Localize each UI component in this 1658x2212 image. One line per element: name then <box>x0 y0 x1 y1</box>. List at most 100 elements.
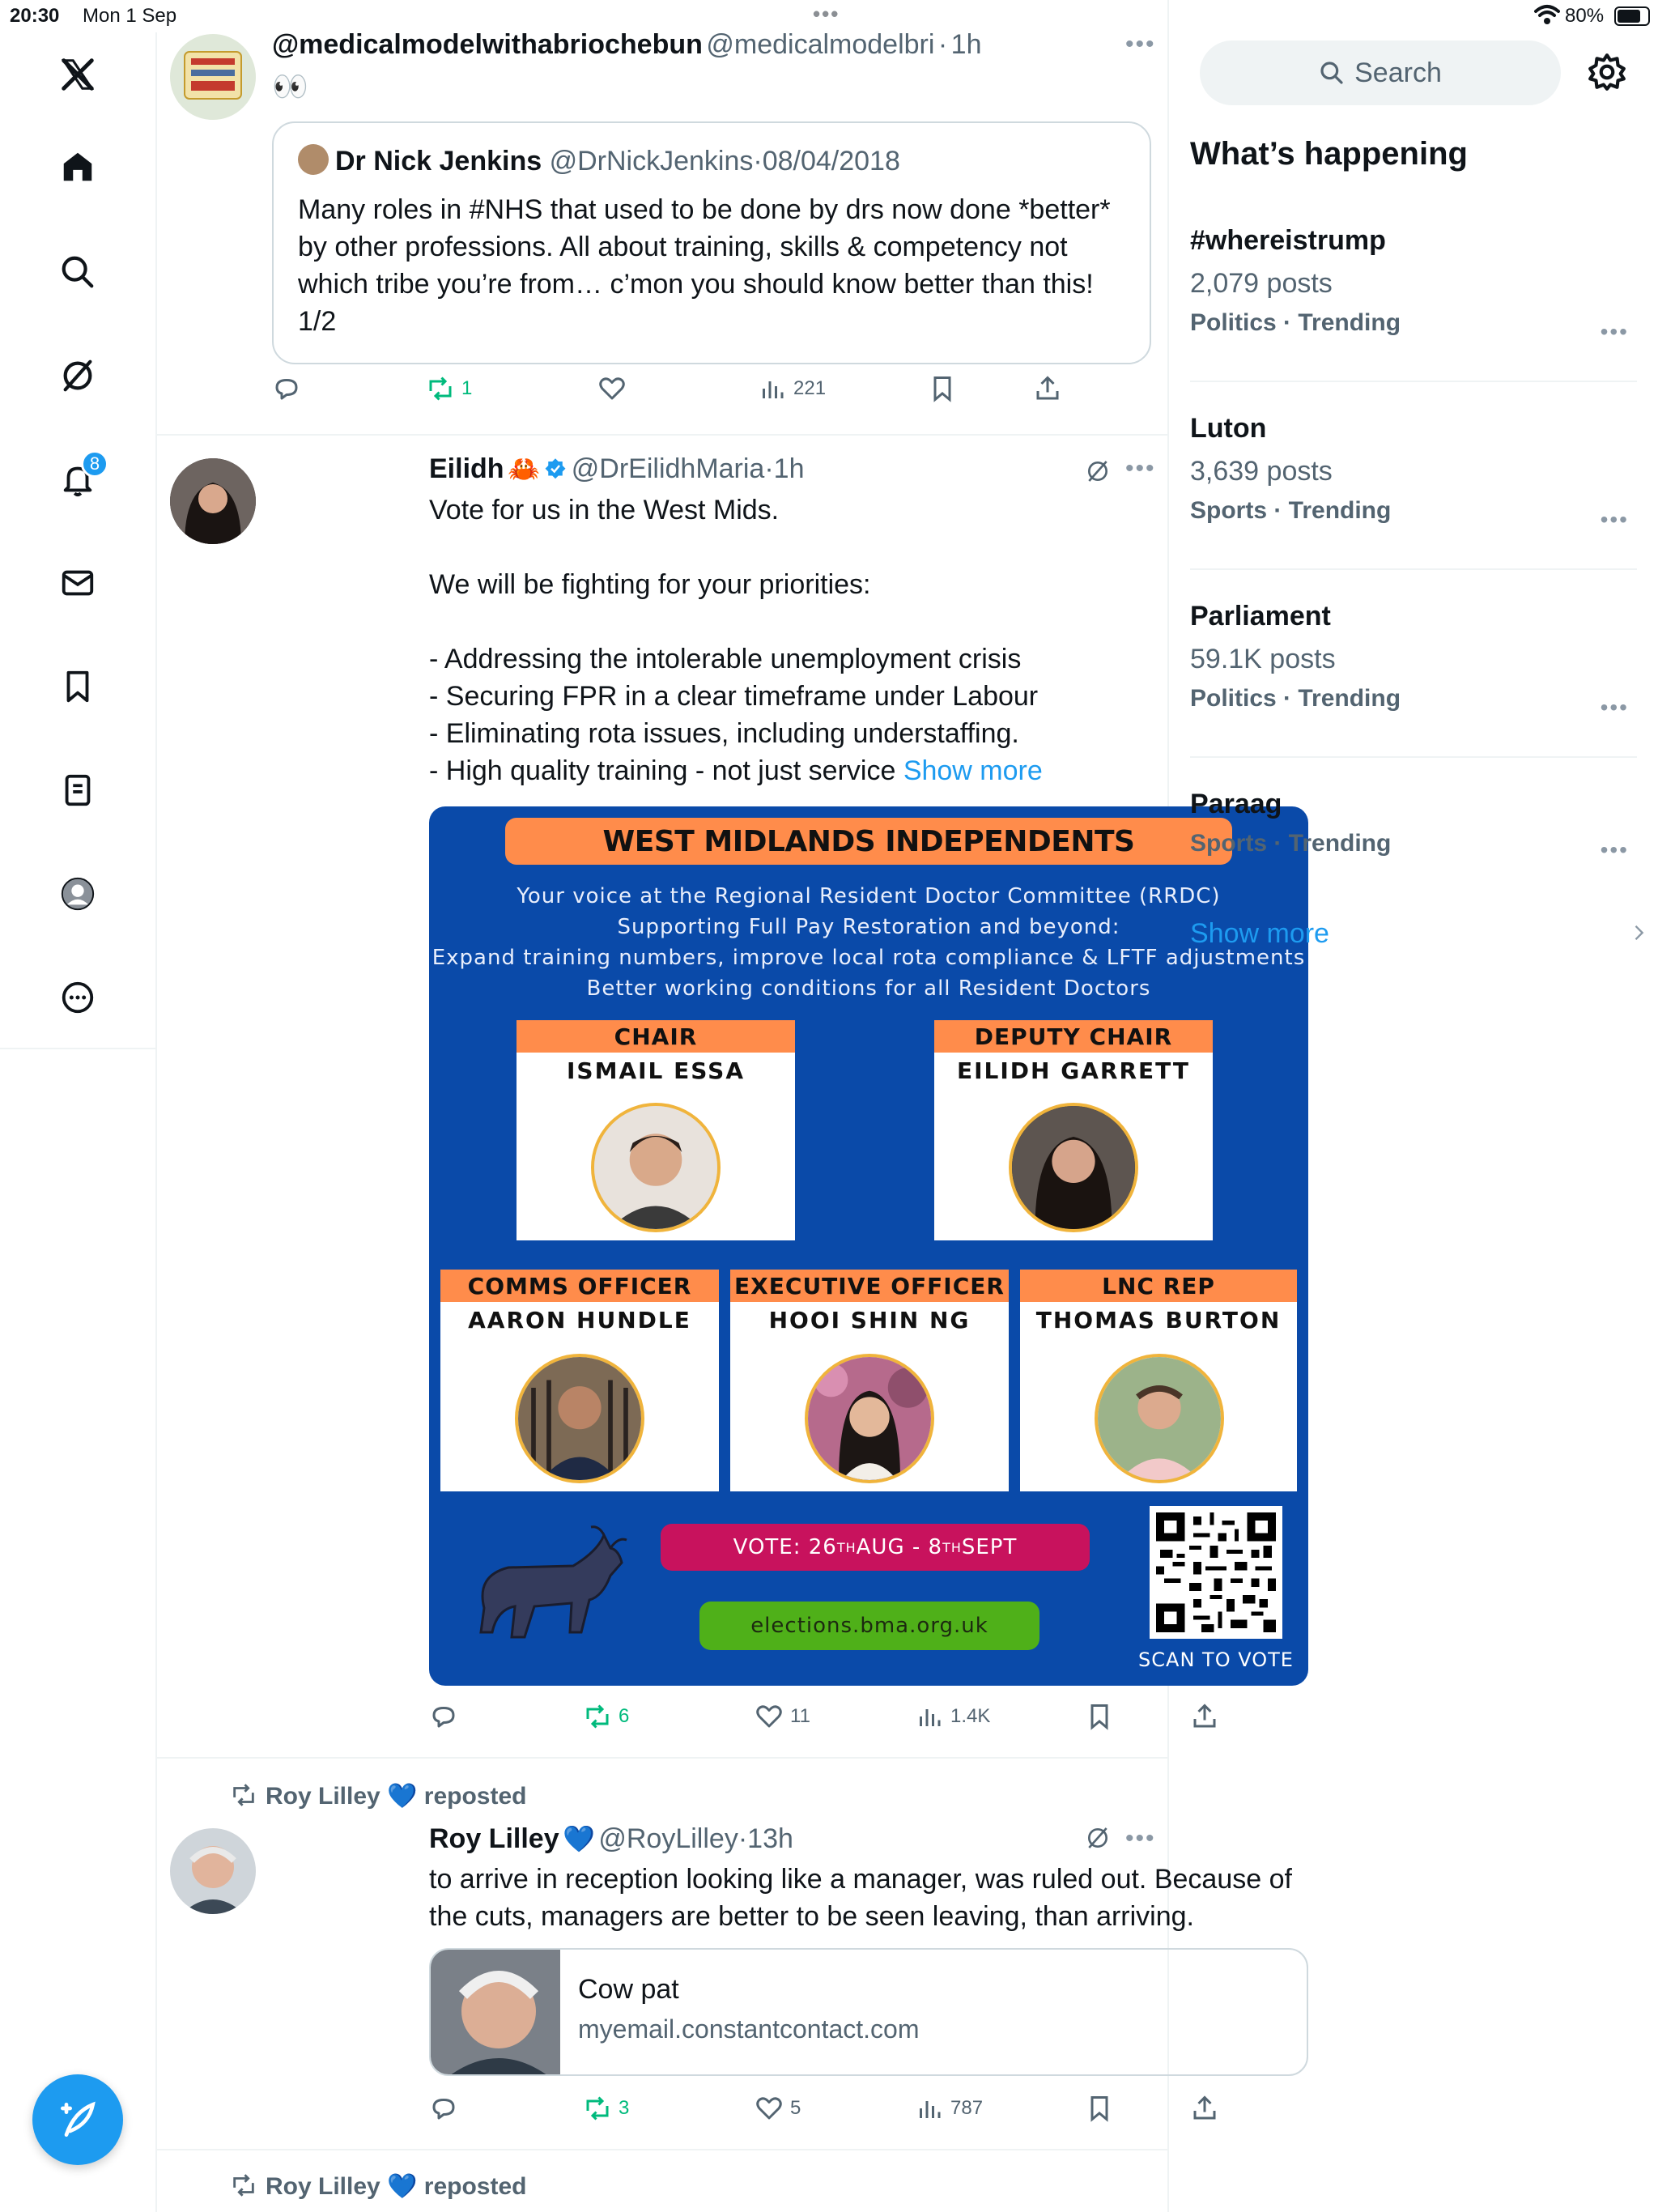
author-name[interactable]: @medicalmodelwithabriochebun <box>272 29 703 60</box>
quoted-author-handle: @DrNickJenkins <box>549 146 754 177</box>
author-name[interactable]: Roy Lilley <box>429 1823 559 1854</box>
compose-feather-icon <box>61 2101 96 2137</box>
more-options-icon[interactable]: ••• <box>1125 455 1156 483</box>
reply-button[interactable] <box>272 374 308 403</box>
author-handle[interactable]: @medicalmodelbri <box>706 29 934 60</box>
profile-icon[interactable] <box>57 873 99 915</box>
search-input[interactable]: Search <box>1200 40 1561 105</box>
lists-icon[interactable] <box>57 769 99 811</box>
more-icon[interactable] <box>57 976 99 1019</box>
repost-icon <box>233 2174 254 2197</box>
election-site-banner: elections.bma.org.uk <box>699 1602 1039 1650</box>
like-button[interactable]: 11 <box>755 1702 810 1731</box>
heart-icon <box>756 1705 782 1728</box>
trend-item[interactable]: Luton 3,639 posts Sports · Trending ••• <box>1190 413 1637 532</box>
notification-badge: 8 <box>81 450 108 478</box>
trend-item[interactable]: Parliament 59.1K posts Politics · Trendi… <box>1190 601 1637 720</box>
tweet-text: 👀 <box>272 70 308 103</box>
trend-name: #whereistrump <box>1190 225 1386 256</box>
trend-more-icon[interactable]: ••• <box>1601 837 1629 863</box>
show-more-link[interactable]: Show more <box>1190 918 1329 950</box>
blue-heart-emoji: 💙 <box>387 2173 418 2200</box>
divider <box>157 1757 1169 1759</box>
quoted-author-name: Dr Nick Jenkins <box>335 146 542 177</box>
reposted-by-line[interactable]: Roy Lilley 💙 reposted <box>230 1781 526 1810</box>
trend-more-icon[interactable]: ••• <box>1601 507 1629 533</box>
grok-explain-icon[interactable] <box>1085 1825 1111 1851</box>
candidate-photo <box>515 1354 644 1483</box>
trend-item[interactable]: #whereistrump 2,079 posts Politics · Tre… <box>1190 225 1637 344</box>
views-button[interactable]: 1.4K <box>915 1702 990 1731</box>
more-options-icon[interactable]: ••• <box>1125 1825 1156 1853</box>
repost-button[interactable]: 3 <box>583 2094 629 2123</box>
chevron-right-icon[interactable] <box>1627 921 1650 944</box>
grok-icon[interactable] <box>57 355 99 397</box>
post-time[interactable]: 1h <box>951 29 982 60</box>
heart-icon <box>599 377 625 400</box>
reply-button[interactable] <box>429 1702 465 1731</box>
trend-name: Luton <box>1190 413 1267 444</box>
mail-icon[interactable] <box>57 562 99 604</box>
candidate-card-chair: CHAIR ISMAIL ESSA <box>517 1020 795 1240</box>
trend-more-icon[interactable]: ••• <box>1601 695 1629 721</box>
status-time: 20:30 <box>10 5 60 27</box>
show-more-link[interactable]: Show more <box>903 755 1043 786</box>
repost-count: 1 <box>461 377 473 399</box>
tweet-1[interactable]: @medicalmodelwithabriochebun @medicalmod… <box>157 0 1169 434</box>
repost-button[interactable]: 6 <box>583 1702 629 1731</box>
trend-category: Politics · Trending <box>1190 309 1401 336</box>
quoted-text: Many roles in #NHS that used to be done … <box>298 194 1111 337</box>
search-placeholder: Search <box>1354 57 1442 88</box>
reply-icon <box>432 1707 455 1728</box>
like-button[interactable]: 5 <box>755 2094 801 2123</box>
blue-heart-emoji: 💙 <box>387 1783 418 1810</box>
trend-more-icon[interactable]: ••• <box>1601 319 1629 345</box>
bookmark-icon[interactable] <box>57 666 99 708</box>
divider <box>157 2149 1169 2150</box>
trend-item[interactable]: Paraag Sports · Trending ••• <box>1190 789 1637 862</box>
left-navigation: 8 <box>0 32 157 1049</box>
bookmark-button[interactable] <box>1085 1702 1114 1731</box>
verified-badge-icon <box>545 458 566 479</box>
grok-explain-icon[interactable] <box>1085 458 1111 484</box>
author-handle[interactable]: @DrEilidhMaria <box>572 453 765 484</box>
avatar[interactable] <box>170 1828 256 1914</box>
x-logo-icon[interactable] <box>57 53 99 96</box>
share-button[interactable] <box>1033 374 1062 403</box>
right-sidebar: Search What’s happening #whereistrump 2,… <box>1171 0 1658 2212</box>
blue-heart-emoji: 💙 <box>563 1824 595 1853</box>
bookmark-icon <box>933 376 951 402</box>
heart-icon <box>756 2097 782 2120</box>
views-icon <box>763 381 784 398</box>
bookmark-icon <box>1090 1704 1108 1730</box>
repost-icon <box>429 376 452 401</box>
reposted-by-line[interactable]: Roy Lilley 💙 reposted <box>230 2172 526 2201</box>
like-button[interactable] <box>597 374 633 403</box>
reply-button[interactable] <box>429 2094 465 2123</box>
search-icon[interactable] <box>57 251 99 293</box>
views-button[interactable]: 221 <box>758 374 826 403</box>
more-options-icon[interactable]: ••• <box>1125 31 1156 58</box>
bull-logo-icon <box>479 1525 627 1639</box>
settings-gear-icon[interactable] <box>1587 52 1627 92</box>
home-icon[interactable] <box>57 146 99 188</box>
candidate-card-executive-officer: EXECUTIVE OFFICER HOOI SHIN NG <box>730 1270 1009 1491</box>
repost-icon <box>586 1704 609 1729</box>
post-time[interactable]: 13h <box>747 1823 793 1854</box>
repost-count: 3 <box>619 2097 630 2119</box>
post-time[interactable]: 1h <box>774 453 805 484</box>
divider <box>1190 756 1637 758</box>
link-thumbnail <box>431 1950 560 2074</box>
candidate-card-comms-officer: COMMS OFFICER AARON HUNDLE <box>440 1270 719 1491</box>
avatar[interactable] <box>170 34 256 120</box>
author-handle[interactable]: @RoyLilley <box>598 1823 738 1854</box>
bookmark-button[interactable] <box>1085 2094 1114 2123</box>
repost-button[interactable]: 1 <box>426 374 472 403</box>
avatar[interactable] <box>170 458 256 544</box>
author-name[interactable]: Eilidh <box>429 453 504 484</box>
bookmark-button[interactable] <box>928 374 957 403</box>
candidate-photo <box>805 1354 934 1483</box>
quoted-tweet[interactable]: Dr Nick Jenkins @DrNickJenkins·08/04/201… <box>272 121 1151 364</box>
views-button[interactable]: 787 <box>915 2094 983 2123</box>
compose-post-button[interactable] <box>32 2074 123 2165</box>
